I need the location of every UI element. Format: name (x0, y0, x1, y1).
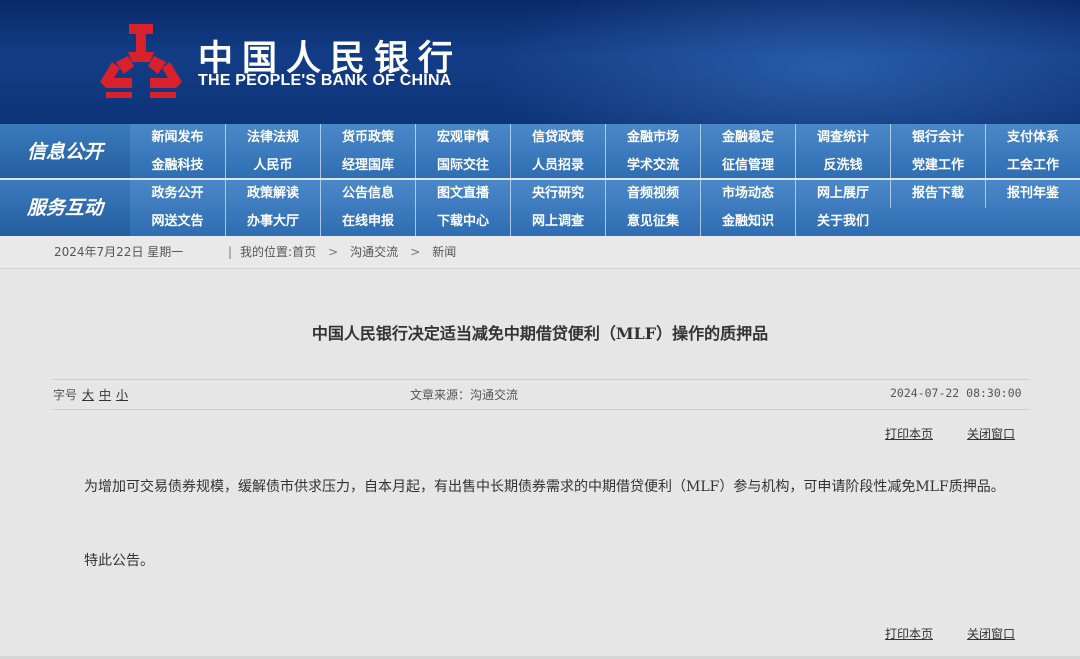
nav-section-label-info: 信息公开 (0, 124, 130, 180)
nav-item-service[interactable]: 图文直播 (415, 180, 510, 208)
breadcrumb: 2024年7月22日 星期一 | 我的位置:首页 > 沟通交流 > 新闻 (0, 236, 1080, 269)
font-size-large-button[interactable]: 大 (82, 388, 94, 402)
nav-item-service[interactable]: 报刊年鉴 (985, 180, 1080, 208)
nav-item-service[interactable]: 意见征集 (605, 208, 700, 236)
breadcrumb-level2[interactable]: 新闻 (432, 236, 456, 268)
article-tools-top: 打印本页 关闭窗口 (885, 425, 1015, 442)
nav-item-info[interactable]: 工会工作 (985, 152, 1080, 180)
close-window-link[interactable]: 关闭窗口 (967, 627, 1015, 641)
nav-item-service[interactable]: 下载中心 (415, 208, 510, 236)
bank-name-english: THE PEOPLE'S BANK OF CHINA (198, 72, 452, 89)
nav-item-service[interactable]: 关于我们 (795, 208, 890, 236)
nav-item-info[interactable]: 金融市场 (605, 124, 700, 152)
nav-item-info[interactable]: 征信管理 (700, 152, 795, 180)
article-paragraph: 特此公告。 (84, 553, 154, 569)
nav-item-service[interactable]: 在线申报 (320, 208, 415, 236)
nav-item-service[interactable]: 网上调查 (510, 208, 605, 236)
nav-item-info[interactable]: 支付体系 (985, 124, 1080, 152)
nav-item-service[interactable]: 金融知识 (700, 208, 795, 236)
nav-item-info[interactable]: 银行会计 (890, 124, 985, 152)
nav-item-service[interactable]: 网送文告 (130, 208, 225, 236)
nav-item-service[interactable]: 央行研究 (510, 180, 605, 208)
article-paragraph: 为增加可交易债券规模，缓解债市供求压力，自本月起，有出售中长期债券需求的中期借贷… (84, 479, 1005, 495)
nav-item-service[interactable]: 公告信息 (320, 180, 415, 208)
nav-item-info[interactable]: 法律法规 (225, 124, 320, 152)
nav-grid-service: 政务公开 政策解读 公告信息 图文直播 央行研究 音频视频 市场动态 网上展厅 报告下载 报刊年鉴… (130, 180, 1080, 236)
divider (52, 409, 1029, 410)
font-size-medium-button[interactable]: 中 (99, 388, 111, 402)
font-size-small-button[interactable]: 小 (116, 388, 128, 402)
nav-item-info[interactable]: 学术交流 (605, 152, 700, 180)
nav-item-service[interactable]: 市场动态 (700, 180, 795, 208)
font-size-label: 字号 (53, 388, 78, 402)
nav-item-info[interactable]: 货币政策 (320, 124, 415, 152)
nav-item-service[interactable]: 音频视频 (605, 180, 700, 208)
article-tools-bottom: 打印本页 关闭窗口 (885, 625, 1015, 642)
nav-item-service[interactable]: 政务公开 (130, 180, 225, 208)
nav-info-disclosure: 信息公开 新闻发布 法律法规 货币政策 宏观审慎 信贷政策 金融市场 金融稳定 调查统计 银行会… (0, 124, 1080, 180)
font-size-control: 字号大中小 (53, 386, 128, 403)
chevron-right-icon: > (410, 245, 421, 259)
divider (52, 379, 1029, 380)
location-label: 我的位置: (240, 245, 293, 259)
nav-item-info[interactable]: 新闻发布 (130, 124, 225, 152)
nav-service-interaction: 服务互动 政务公开 政策解读 公告信息 图文直播 央行研究 音频视频 市场动态 网上展厅 报告下… (0, 180, 1080, 236)
nav-item-info[interactable]: 金融稳定 (700, 124, 795, 152)
nav-item-service[interactable]: 网上展厅 (795, 180, 890, 208)
nav-item-info[interactable]: 经理国库 (320, 152, 415, 180)
breadcrumb-level1[interactable]: 沟通交流 (350, 236, 398, 268)
current-date: 2024年7月22日 星期一 (54, 245, 184, 259)
nav-item-info[interactable]: 反洗钱 (795, 152, 890, 180)
close-window-link[interactable]: 关闭窗口 (967, 427, 1015, 441)
nav-item-service[interactable]: 办事大厅 (225, 208, 320, 236)
nav-item-info[interactable]: 党建工作 (890, 152, 985, 180)
nav-item-info[interactable]: 人员招录 (510, 152, 605, 180)
article-source: 文章来源：沟通交流 (410, 388, 519, 402)
breadcrumb-home[interactable]: 首页 (292, 236, 316, 268)
nav-item-info[interactable]: 宏观审慎 (415, 124, 510, 152)
nav-grid-info: 新闻发布 法律法规 货币政策 宏观审慎 信贷政策 金融市场 金融稳定 调查统计 银行会计 支付体系… (130, 124, 1080, 180)
pboc-logo-icon (100, 24, 182, 98)
print-page-link[interactable]: 打印本页 (885, 627, 933, 641)
nav-item-info[interactable]: 金融科技 (130, 152, 225, 180)
nav-item-info[interactable]: 国际交往 (415, 152, 510, 180)
nav-item-info[interactable]: 人民币 (225, 152, 320, 180)
article-title: 中国人民银行决定适当减免中期借贷便利（MLF）操作的质押品 (311, 324, 769, 343)
nav-section-label-service: 服务互动 (0, 180, 130, 236)
nav-item-service[interactable]: 报告下载 (890, 180, 985, 208)
nav-item-info[interactable]: 信贷政策 (510, 124, 605, 152)
article-datetime: 2024-07-22 08:30:00 (890, 386, 1022, 400)
site-header: 中国人民银行 THE PEOPLE'S BANK OF CHINA (0, 0, 1080, 124)
print-page-link[interactable]: 打印本页 (885, 427, 933, 441)
nav-item-service[interactable]: 政策解读 (225, 180, 320, 208)
nav-item-info[interactable]: 调查统计 (795, 124, 890, 152)
chevron-right-icon: > (328, 245, 339, 259)
